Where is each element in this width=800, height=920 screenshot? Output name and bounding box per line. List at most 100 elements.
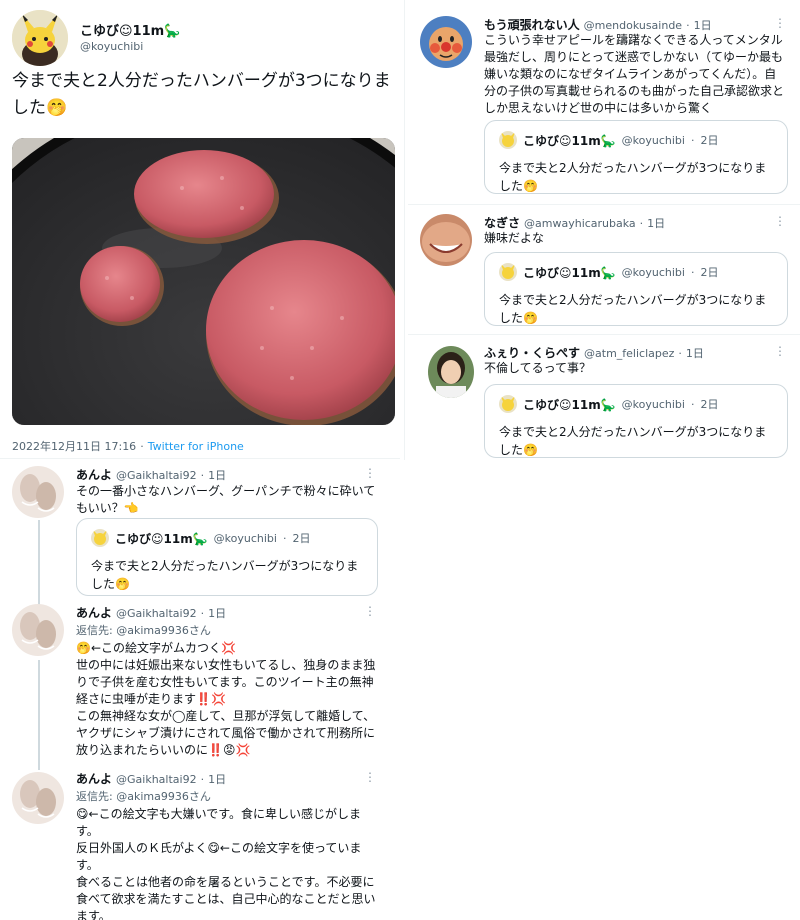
reply-author-handle[interactable]: @Gaikhaltai92 (116, 469, 197, 482)
quoted-text: 今まで夫と2人分だったハンバーグが3つになりました🤭 (499, 293, 767, 325)
quoted-avatar (499, 263, 517, 281)
quoted-tweet-header: こゆび☺11m🦕 @koyuchibi · 2日 (91, 529, 310, 547)
author-handle[interactable]: @koyuchibi (80, 40, 143, 53)
tweet-timestamp[interactable]: 2022年12月11日 17:16 (12, 438, 136, 454)
reply-header: あんよ @Gaikhaltai92 · 1日 (76, 770, 226, 787)
reply-author-handle[interactable]: @Gaikhaltai92 (116, 607, 197, 620)
reply-header: あんよ @Gaikhaltai92 · 1日 (76, 604, 226, 621)
reply-to-line[interactable]: 返信先: @akima9936さん (76, 622, 211, 638)
more-options-icon[interactable]: ⋮ (364, 770, 376, 784)
reply-header: もう頑張れない人 @mendokusainde · 1日 (484, 16, 712, 33)
author-name[interactable]: こゆび☺11m🦕 (80, 20, 180, 39)
divider (408, 334, 800, 335)
quoted-author-handle: @koyuchibi (621, 265, 685, 279)
person-avatar-icon (428, 346, 474, 398)
quoted-author-handle: @koyuchibi (621, 397, 685, 411)
more-options-icon[interactable]: ⋮ (774, 214, 786, 228)
divider (408, 204, 800, 205)
quoted-author-name: こゆび☺11m🦕 (115, 531, 208, 546)
thread-line (38, 520, 40, 608)
reply-age[interactable]: 1日 (647, 215, 665, 231)
shoes-avatar-icon (12, 604, 64, 656)
reply-separator: · (678, 347, 682, 360)
quoted-author-name: こゆび☺11m🦕 (523, 265, 616, 280)
reply-author-handle[interactable]: @atm_feliclapez (584, 347, 674, 360)
shoes-avatar-icon (12, 466, 64, 518)
reply-age[interactable]: 1日 (208, 771, 226, 787)
quoted-tweet-header: こゆび☺11m🦕 @koyuchibi · 2日 (499, 395, 718, 413)
reply-text: 嫌味だよな (484, 231, 545, 245)
thread-line (38, 660, 40, 770)
tweet-source-link[interactable]: Twitter for iPhone (148, 440, 244, 453)
quoted-author-name: こゆび☺11m🦕 (523, 397, 616, 412)
reply-age[interactable]: 1日 (208, 467, 226, 483)
quoted-avatar (91, 529, 109, 547)
tweet-photo[interactable] (12, 138, 395, 425)
author-avatar[interactable] (12, 10, 68, 66)
quoted-age: 2日 (700, 134, 719, 147)
quoted-text: 今まで夫と2人分だったハンバーグが3つになりました🤭 (499, 425, 767, 457)
quoted-text: 今まで夫と2人分だったハンバーグが3つになりました🤭 (499, 161, 767, 193)
more-options-icon[interactable]: ⋮ (774, 16, 786, 30)
quoted-tweet[interactable]: こゆび☺11m🦕 @koyuchibi · 2日 今まで夫と2人分だったハンバー… (76, 518, 378, 596)
quoted-tweet-header: こゆび☺11m🦕 @koyuchibi · 2日 (499, 263, 718, 281)
reply-separator: · (200, 469, 205, 482)
reply-avatar[interactable] (420, 16, 472, 68)
left-column: こゆび☺11m🦕 @koyuchibi 今まで夫と2人分だったハンバーグが3つに… (0, 0, 400, 920)
quoted-age: 2日 (700, 398, 719, 411)
reply-author-name[interactable]: なぎさ (484, 214, 520, 231)
quoted-text: 今まで夫と2人分だったハンバーグが3つになりました🤭 (91, 559, 359, 591)
quoted-avatar (499, 131, 517, 149)
pikachu-avatar-icon (91, 529, 109, 547)
right-column: もう頑張れない人 @mendokusainde · 1日 ⋮ こういう幸せアピー… (408, 0, 800, 460)
reply-text: その一番小さなハンバーグ、グーパンチで粉々に砕いてもいい？👈 (76, 484, 376, 515)
reply-age[interactable]: 1日 (208, 605, 226, 621)
pikachu-avatar-icon (499, 131, 517, 149)
reply-avatar[interactable] (12, 772, 64, 824)
quoted-avatar (499, 395, 517, 413)
reply-author-name[interactable]: ふぇり・くらぺす (484, 344, 580, 361)
reply-age[interactable]: 1日 (686, 345, 704, 361)
quoted-age: 2日 (292, 532, 311, 545)
smile-avatar-icon (420, 214, 472, 266)
reply-separator: · (200, 607, 205, 620)
shoes-avatar-icon (12, 772, 64, 824)
pikachu-avatar-icon (12, 10, 68, 66)
reply-author-name[interactable]: あんよ (76, 466, 112, 483)
anpanman-avatar-icon (420, 16, 472, 68)
reply-avatar[interactable] (420, 214, 472, 266)
reply-header: なぎさ @amwayhicarubaka · 1日 (484, 214, 665, 231)
more-options-icon[interactable]: ⋮ (364, 466, 376, 480)
quoted-tweet[interactable]: こゆび☺11m🦕 @koyuchibi · 2日 今まで夫と2人分だったハンバー… (484, 252, 788, 326)
more-options-icon[interactable]: ⋮ (364, 604, 376, 618)
divider (0, 458, 400, 459)
reply-author-name[interactable]: あんよ (76, 604, 112, 621)
reply-text: 🤭←この絵文字がムカつく💢 世の中には妊娠出来ない女性もいてるし、独身のまま独り… (76, 641, 376, 757)
reply-author-name[interactable]: あんよ (76, 770, 112, 787)
reply-text: 不倫してるって事？ (484, 361, 592, 375)
reply-text: こういう幸せアピールを躊躇なくできる人ってメンタル最強だし、周りにとって迷惑でし… (484, 33, 785, 115)
quoted-author-handle: @koyuchibi (213, 531, 277, 545)
reply-avatar[interactable] (12, 604, 64, 656)
reply-author-name[interactable]: もう頑張れない人 (484, 16, 580, 33)
reply-avatar[interactable] (428, 346, 474, 398)
reply-author-handle[interactable]: @amwayhicarubaka (524, 217, 636, 230)
quoted-author-handle: @koyuchibi (621, 133, 685, 147)
quoted-separator: · (690, 397, 695, 411)
reply-header: あんよ @Gaikhaltai92 · 1日 (76, 466, 226, 483)
reply-to-line[interactable]: 返信先: @akima9936さん (76, 788, 211, 804)
tweet-meta: 2022年12月11日 17:16 · Twitter for iPhone (12, 438, 244, 454)
reply-avatar[interactable] (12, 466, 64, 518)
more-options-icon[interactable]: ⋮ (774, 344, 786, 358)
quoted-age: 2日 (700, 266, 719, 279)
reply-header: ふぇり・くらぺす @atm_feliclapez · 1日 (484, 344, 704, 361)
reply-age[interactable]: 1日 (694, 17, 712, 33)
quoted-tweet[interactable]: こゆび☺11m🦕 @koyuchibi · 2日 今まで夫と2人分だったハンバー… (484, 384, 788, 458)
reply-author-handle[interactable]: @Gaikhaltai92 (116, 773, 197, 786)
quoted-tweet-header: こゆび☺11m🦕 @koyuchibi · 2日 (499, 131, 718, 149)
reply-author-handle[interactable]: @mendokusainde (584, 19, 682, 32)
quoted-author-name: こゆび☺11m🦕 (523, 133, 616, 148)
quoted-tweet[interactable]: こゆび☺11m🦕 @koyuchibi · 2日 今まで夫と2人分だったハンバー… (484, 120, 788, 194)
reply-separator: · (686, 19, 690, 32)
hamburg-pan-image (12, 138, 395, 425)
